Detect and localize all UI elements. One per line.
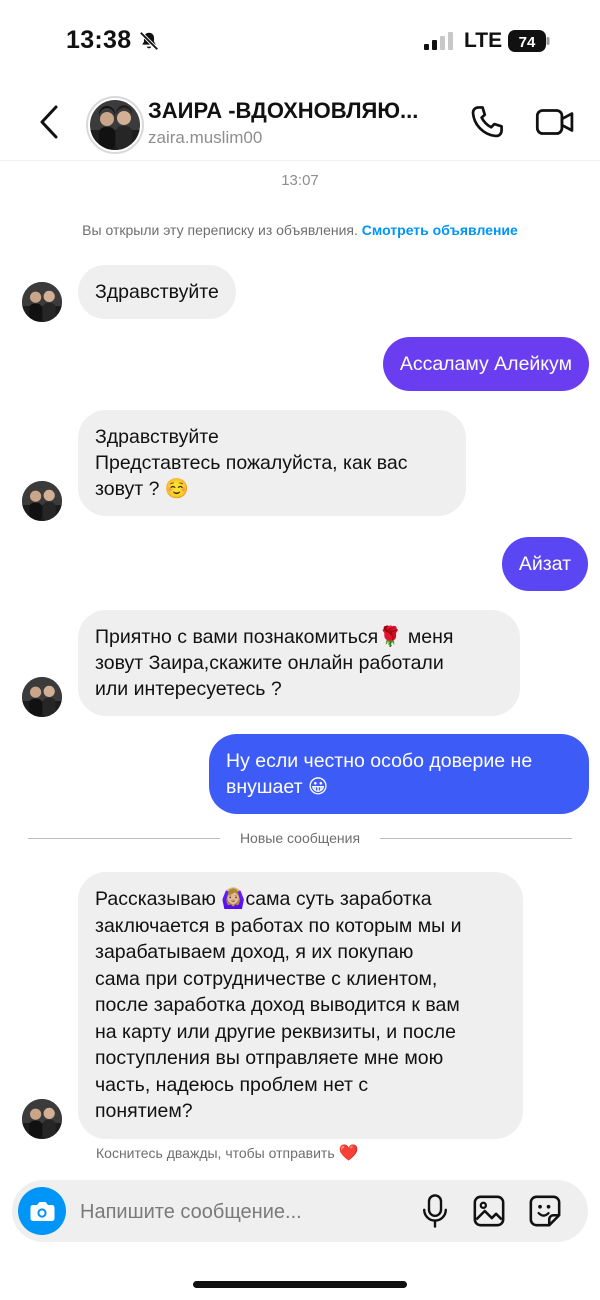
message-line: Рассказываю 🙆🏼‍♀️сама суть заработка: [95, 888, 432, 910]
message-line: зарабатываем доход, я их покупаю: [95, 941, 414, 963]
message-line: после заработка доход выводится к вам: [95, 994, 460, 1016]
camera-icon: [30, 1202, 55, 1221]
message-line: сама при сотрудничестве с клиентом,: [95, 967, 438, 990]
message-bubble-incoming[interactable]: Рассказываю 🙆🏼‍♀️сама суть заработка зак…: [78, 872, 523, 1139]
ad-notice-text: Вы открыли эту переписку из объявления.: [82, 222, 358, 238]
message-line: или интересуетесь ?: [95, 678, 282, 700]
double-tap-hint-text: Коснитесь дважды, чтобы отправить: [96, 1145, 335, 1161]
view-ad-link[interactable]: Смотреть объявление: [362, 222, 518, 238]
message-bubble-incoming[interactable]: Здравствуйте: [78, 265, 236, 319]
message-bubble-outgoing[interactable]: Ну если честно особо доверие не внушает …: [209, 734, 589, 814]
ad-notice: Вы открыли эту переписку из объявления. …: [0, 222, 600, 238]
avatar-photo: [22, 1099, 62, 1139]
phone-icon[interactable]: [468, 103, 506, 141]
video-call-icon[interactable]: [535, 103, 575, 141]
network-type: LTE: [464, 29, 503, 52]
signal-icon: [424, 32, 453, 50]
message-line: заключается в работах по которым мы и: [95, 914, 462, 937]
message-line: Здравствуйте: [95, 426, 219, 448]
sender-avatar[interactable]: [22, 1099, 62, 1139]
contact-name[interactable]: ЗАИРА -ВДОХНОВЛЯЮ...: [148, 98, 418, 124]
back-chevron-icon[interactable]: [38, 104, 62, 140]
message-line: часть, надеюсь проблем нет с: [95, 1073, 369, 1096]
contact-username[interactable]: zaira.muslim00: [148, 128, 262, 148]
battery-icon: 74: [508, 30, 550, 52]
avatar-photo: [22, 677, 62, 717]
double-tap-hint[interactable]: Коснитесь дважды, чтобы отправить ❤️: [96, 1143, 358, 1163]
gallery-icon[interactable]: [472, 1194, 506, 1228]
message-input[interactable]: [78, 1194, 402, 1230]
header-divider: [0, 160, 600, 161]
sender-avatar[interactable]: [22, 481, 62, 521]
message-line: Здравствуйте: [95, 281, 219, 303]
message-line: зовут Заира,скажите онлайн работали: [95, 652, 444, 674]
message-bubble-incoming[interactable]: Приятно с вами познакомиться🌹 меня зовут…: [78, 610, 520, 716]
message-line: понятием?: [95, 1100, 193, 1122]
bell-muted-icon: [139, 31, 159, 51]
heart-icon: ❤️: [338, 1145, 359, 1162]
message-line: Айзат: [518, 553, 571, 575]
home-indicator[interactable]: [193, 1281, 407, 1288]
message-line: Представтесь пожалуйста, как вас: [95, 452, 408, 474]
sender-avatar[interactable]: [22, 677, 62, 717]
profile-photo: [90, 100, 140, 150]
avatar-photo: [22, 282, 62, 322]
status-time: 13:38: [66, 26, 132, 54]
battery-level: 74: [519, 34, 536, 51]
camera-button[interactable]: [18, 1187, 66, 1235]
message-line: Приятно с вами познакомиться🌹 меня: [95, 626, 454, 648]
microphone-icon[interactable]: [420, 1193, 450, 1229]
message-bubble-incoming[interactable]: Здравствуйте Представтесь пожалуйста, ка…: [78, 410, 466, 516]
message-line: внушает 😀: [226, 776, 329, 798]
message-line: Ну если честно особо доверие не: [226, 750, 533, 772]
message-line: на карту или другие реквизиты, и после: [95, 1020, 456, 1043]
message-line: поступления вы отправляете мне мою: [95, 1047, 444, 1069]
message-bubble-outgoing[interactable]: Ассаламу Алейкум: [382, 337, 589, 391]
sticker-icon[interactable]: [528, 1194, 562, 1228]
message-line: зовут ? ☺️: [95, 478, 190, 500]
avatar-photo: [22, 481, 62, 521]
message-line: Ассаламу Алейкум: [399, 353, 572, 375]
profile-avatar[interactable]: [86, 96, 144, 154]
chat-timestamp: 13:07: [281, 172, 319, 189]
sender-avatar[interactable]: [22, 282, 62, 322]
new-messages-divider-right: [380, 838, 572, 839]
message-bubble-outgoing[interactable]: Айзат: [501, 537, 588, 591]
